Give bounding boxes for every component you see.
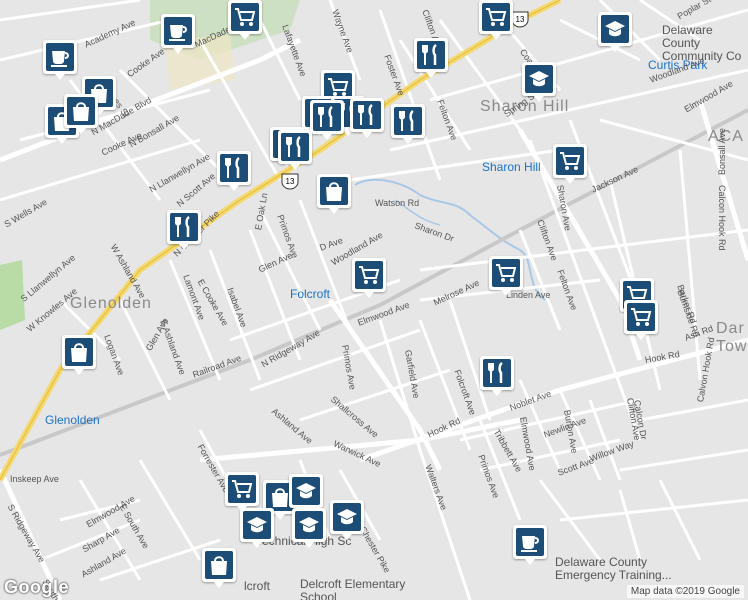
graduation-cap-icon [525,65,553,93]
restaurant-marker[interactable] [414,38,448,78]
coffee-icon [164,17,192,45]
fork-knife-icon [417,41,445,69]
shopping-bag-marker[interactable] [62,335,96,375]
shopping-bag-marker[interactable] [202,548,236,588]
restaurant-marker[interactable] [217,151,251,191]
fork-knife-icon [313,103,341,131]
shopping-cart-marker[interactable] [479,0,513,40]
school-marker[interactable] [289,474,323,514]
shopping-cart-marker[interactable] [352,258,386,298]
shopping-cart-icon [355,261,383,289]
route-13-shield: 13 [280,172,300,190]
coffee-icon [46,43,74,71]
shopping-cart-icon [482,3,510,31]
restaurant-marker[interactable] [480,356,514,396]
transit-label-folcroft[interactable]: Folcroft [290,287,330,301]
fork-knife-icon [170,213,198,241]
coffee-icon [516,528,544,556]
shopping-bag-icon [320,177,348,205]
shopping-cart-icon [492,259,520,287]
street-label: Calcon Hook Rd [717,185,727,251]
fork-knife-icon [483,359,511,387]
shopping-cart-marker[interactable] [553,144,587,184]
svg-text:13: 13 [516,15,525,24]
shopping-cart-marker[interactable] [225,472,259,512]
restaurant-marker[interactable] [278,130,312,170]
fork-knife-icon [220,154,248,182]
street-label: Watson Rd [375,198,420,208]
shopping-cart-icon [556,147,584,175]
fork-knife-icon [394,107,422,135]
shopping-bag-icon [205,551,233,579]
map-attribution: Map data ©2019 Google [626,585,744,598]
school-marker[interactable] [292,508,326,548]
street-label: Inskeep Ave [10,474,59,484]
restaurant-marker[interactable] [310,100,344,140]
shopping-cart-marker[interactable] [228,0,262,40]
graduation-cap-icon [292,477,320,505]
school-marker[interactable] [598,12,632,52]
shopping-cart-icon [231,3,259,31]
shopping-bag-icon [65,338,93,366]
shopping-cart-marker[interactable] [489,256,523,296]
coffee-marker[interactable] [43,40,77,80]
shopping-bag-icon [67,97,95,125]
svg-text:13: 13 [286,177,295,186]
poi-label-delaware-emergency[interactable]: Delaware County Emergency Training... [555,556,685,582]
shopping-cart-marker[interactable] [624,300,658,340]
school-marker[interactable] [522,62,556,102]
restaurant-marker[interactable] [350,98,384,138]
google-logo: Google [4,577,69,597]
graduation-cap-icon [295,511,323,539]
transit-label-glenolden[interactable]: Glenolden [45,413,100,427]
coffee-marker[interactable] [161,14,195,54]
route-13-shield: 13 [510,10,530,28]
area-label-darby-town: Dar Town [716,320,748,355]
school-marker[interactable] [330,500,364,540]
graduation-cap-icon [243,511,271,539]
shopping-cart-icon [627,303,655,331]
street-label: Linden Ave [506,290,551,300]
poi-label-lcroft[interactable]: lcroft [244,580,270,593]
restaurant-marker[interactable] [167,210,201,250]
poi-label-delcroft[interactable]: Delcroft Elementary School [300,578,430,600]
shopping-bag-marker[interactable] [317,174,351,214]
graduation-cap-icon [601,15,629,43]
fork-knife-icon [353,101,381,129]
school-marker[interactable] [240,508,274,548]
poi-label-delaware-cc[interactable]: Delaware County Community Co [662,24,748,63]
map[interactable]: Sharon Hill Glenolden ACA Dar Town Curti… [0,0,748,600]
shopping-bag-marker[interactable] [64,94,98,134]
street-label: Bonsall Ave [717,128,727,175]
restaurant-marker[interactable] [391,104,425,144]
shopping-cart-icon [228,475,256,503]
transit-label-sharon-hill[interactable]: Sharon Hill [482,160,541,174]
coffee-marker[interactable] [513,525,547,565]
fork-knife-icon [281,133,309,161]
graduation-cap-icon [333,503,361,531]
